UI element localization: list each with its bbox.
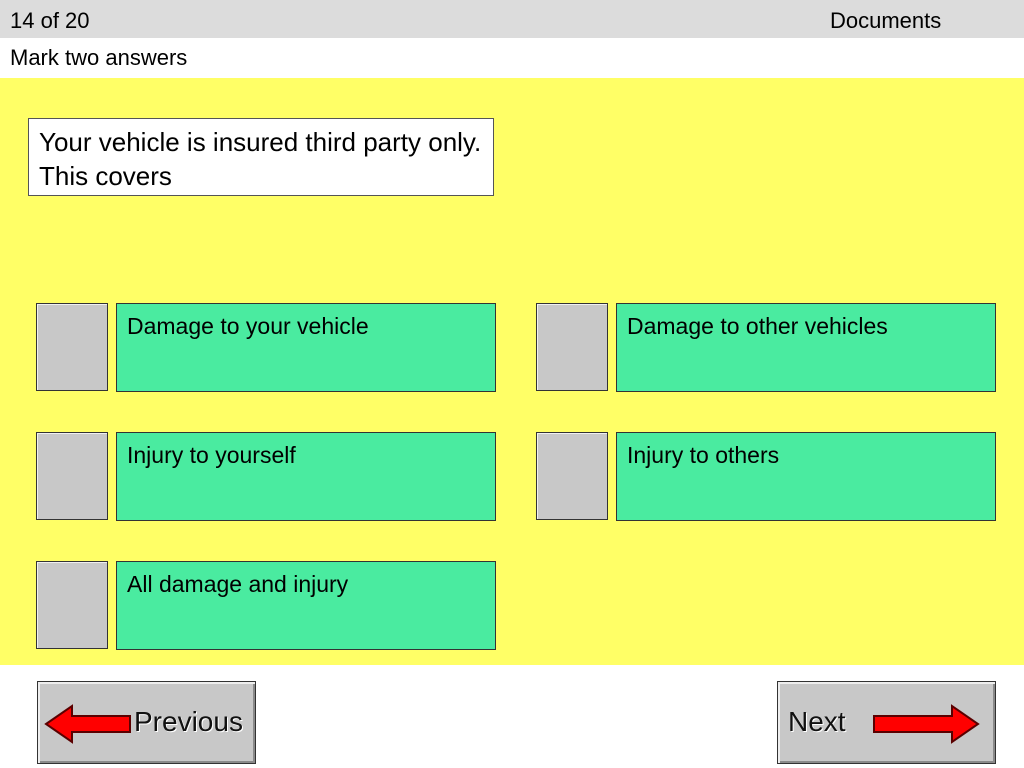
answer-checkbox-3[interactable] xyxy=(36,432,108,520)
answer-option-1[interactable]: Damage to your vehicle xyxy=(116,303,496,392)
category-title: Documents xyxy=(830,8,942,33)
answer-option-4[interactable]: Injury to others xyxy=(616,432,996,521)
instruction-text: Mark two answers xyxy=(10,45,188,70)
answer-checkbox-4[interactable] xyxy=(536,432,608,520)
previous-button[interactable]: Previous xyxy=(37,681,256,764)
question-counter: 14 of 20 xyxy=(10,8,90,33)
question-box: Your vehicle is insured third party only… xyxy=(28,118,494,196)
answer-option-3[interactable]: Injury to yourself xyxy=(116,432,496,521)
next-label: Next xyxy=(788,706,846,737)
answer-option-5[interactable]: All damage and injury xyxy=(116,561,496,650)
answer-checkbox-5[interactable] xyxy=(36,561,108,649)
left-arrow-icon xyxy=(44,704,131,744)
answer-checkbox-1[interactable] xyxy=(36,303,108,391)
answer-option-2[interactable]: Damage to other vehicles xyxy=(616,303,996,392)
answer-checkbox-2[interactable] xyxy=(536,303,608,391)
right-arrow-icon xyxy=(873,704,980,744)
next-button[interactable]: Next xyxy=(777,681,996,764)
previous-label: Previous xyxy=(134,706,243,737)
top-bar: 14 of 20 Documents xyxy=(0,0,1024,38)
